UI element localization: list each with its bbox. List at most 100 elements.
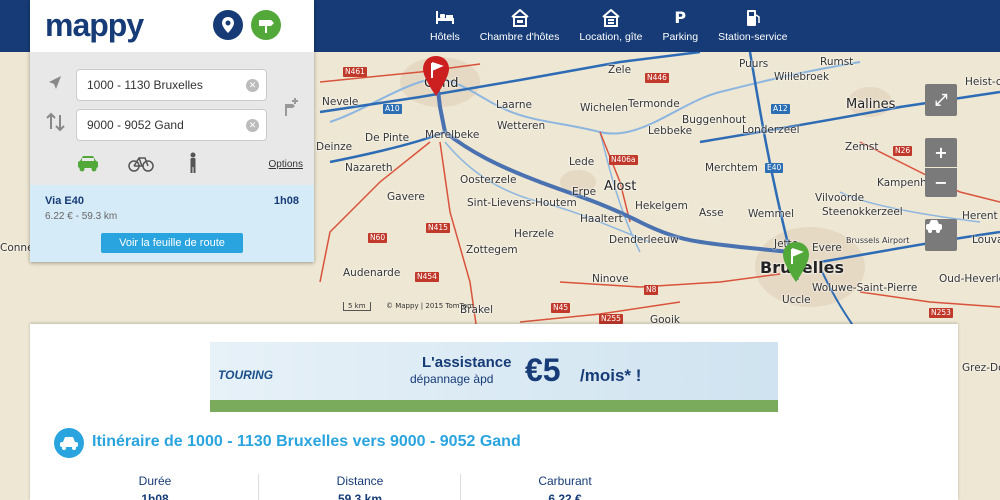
- location-pin-icon: [222, 17, 234, 33]
- stat-value: 59.3 km: [337, 492, 383, 500]
- itinerary-mode-button[interactable]: [251, 10, 281, 40]
- parking-icon: P: [674, 8, 687, 27]
- clear-destination-icon[interactable]: ✕: [246, 119, 259, 132]
- town-label: Erpe: [572, 186, 597, 198]
- town-label: De Pinte: [365, 132, 410, 144]
- town-label: Lede: [569, 156, 595, 168]
- nav-parking[interactable]: P Parking: [652, 0, 708, 52]
- road-label: N446: [645, 73, 669, 83]
- origin-arrow-icon: [49, 76, 61, 89]
- town-label: Louva: [972, 234, 1000, 246]
- car-icon[interactable]: [76, 154, 100, 172]
- town-label: Grez-Doi: [962, 362, 1000, 374]
- nav-label: Station-service: [718, 31, 788, 43]
- traffic-button[interactable]: [925, 219, 957, 251]
- town-label: Laarne: [496, 99, 532, 111]
- town-label: Oosterzele: [460, 174, 517, 186]
- road-label: N461: [343, 67, 367, 77]
- destination-value: 9000 - 9052 Gand: [87, 118, 184, 132]
- mappy-logo[interactable]: mappy: [45, 7, 144, 44]
- route-panel: mappy 1000 - 1130 Bruxelles ✕ 9000 - 905…: [30, 0, 314, 262]
- road-label: N60: [368, 233, 388, 243]
- town-label: Sint-Lievens-Houtem: [467, 197, 577, 209]
- town-label: Deinze: [316, 141, 353, 153]
- bike-icon[interactable]: [128, 154, 154, 172]
- road-label: A10: [383, 104, 402, 114]
- add-step-icon[interactable]: [280, 96, 302, 118]
- options-link[interactable]: Options: [269, 159, 303, 170]
- zoom-out-button[interactable]: −: [925, 168, 957, 197]
- nav-station-service[interactable]: Station-service: [708, 0, 797, 52]
- town-label: Zemst: [845, 141, 879, 153]
- stat-label: Distance: [336, 474, 384, 488]
- view-roadmap-button[interactable]: Voir la feuille de route: [101, 233, 243, 253]
- road-label: N415: [426, 223, 450, 233]
- town-label: Nevele: [322, 96, 359, 108]
- ad-footnote: *prix annuel : €60: [425, 417, 480, 424]
- destination-input[interactable]: 9000 - 9052 Gand ✕: [76, 109, 267, 141]
- house-icon: [510, 8, 530, 27]
- town-label: Londerzeel: [742, 124, 800, 136]
- town-label: Zottegem: [466, 244, 518, 256]
- road-label: N454: [415, 272, 439, 282]
- town-label: Wetteren: [497, 120, 546, 132]
- search-place-button[interactable]: [213, 10, 243, 40]
- town-label: Hekelgem: [635, 200, 688, 212]
- touring-logo: TOURING: [218, 368, 274, 382]
- nav-hotels[interactable]: Hôtels: [420, 0, 470, 52]
- nav-label: Hôtels: [430, 31, 460, 43]
- ad-subline: dépannage àpd: [410, 372, 494, 386]
- route-cost-distance: 6.22 € - 59.3 km: [45, 211, 118, 222]
- town-label: Merchtem: [705, 162, 758, 174]
- town-label: Oud-Heverlee: [939, 273, 1000, 285]
- road-label: E40: [765, 163, 784, 173]
- clear-origin-icon[interactable]: ✕: [246, 79, 259, 92]
- signpost-icon: [259, 20, 274, 33]
- town-label: Lebbeke: [648, 125, 693, 137]
- logo-bar: mappy: [30, 0, 314, 52]
- stat-divider: [258, 474, 259, 500]
- town-label: Vilvoorde: [815, 192, 865, 204]
- origin-input[interactable]: 1000 - 1130 Bruxelles ✕: [76, 69, 267, 101]
- town-label: Merelbeke: [425, 129, 480, 141]
- stat-label: Carburant: [538, 474, 592, 488]
- route-result-card[interactable]: Via E40 1h08 6.22 € - 59.3 km Voir la fe…: [30, 185, 314, 262]
- car-icon: [926, 220, 942, 233]
- stat-divider: [460, 474, 461, 500]
- route-via: Via E40: [45, 195, 84, 207]
- nav-label: Chambre d'hôtes: [479, 31, 560, 43]
- town-label: Nazareth: [345, 162, 393, 174]
- road-label: N26: [893, 146, 913, 156]
- nav-chambre-hotes[interactable]: Chambre d'hôtes: [470, 0, 570, 52]
- zoom-in-button[interactable]: +: [925, 138, 957, 167]
- town-label: Audenarde: [343, 267, 401, 279]
- town-label: Termonde: [628, 98, 680, 110]
- town-label: Herzele: [514, 228, 555, 240]
- poi-nav: Hôtels Chambre d'hôtes Location, gîte P …: [420, 0, 798, 52]
- town-label: Uccle: [782, 294, 811, 306]
- town-label: Evere: [812, 242, 842, 254]
- ad-price-unit: /mois* !: [580, 366, 642, 385]
- town-label: Wemmel: [748, 208, 795, 220]
- bed-icon: [435, 9, 455, 27]
- nav-label: Location, gîte: [579, 31, 643, 43]
- route-duration: 1h08: [273, 195, 299, 207]
- advertisement-banner[interactable]: TOURING L'assistance dépannage àpd €5 /m…: [210, 342, 778, 424]
- fullscreen-button[interactable]: ⤢: [925, 84, 957, 116]
- town-label: Alost: [604, 179, 637, 194]
- stat-value: 1h08: [141, 492, 169, 500]
- ad-headline: L'assistance: [422, 354, 512, 371]
- itinerary-details: TOURING L'assistance dépannage àpd €5 /m…: [30, 324, 958, 500]
- town-label: Steenokkerzeel: [822, 206, 903, 218]
- swap-icon[interactable]: [46, 112, 66, 132]
- start-marker-icon[interactable]: [421, 56, 451, 98]
- itinerary-car-icon: [54, 428, 84, 458]
- plus-icon: +: [934, 143, 948, 162]
- road-label: N45: [551, 303, 571, 313]
- town-label: Heist-o: [965, 76, 1000, 88]
- end-marker-icon[interactable]: [781, 242, 811, 284]
- town-label: Zele: [608, 64, 632, 76]
- nav-location-gite[interactable]: Location, gîte: [569, 0, 652, 52]
- walk-icon[interactable]: [187, 152, 199, 174]
- stat-duration: Durée 1h08: [90, 474, 220, 500]
